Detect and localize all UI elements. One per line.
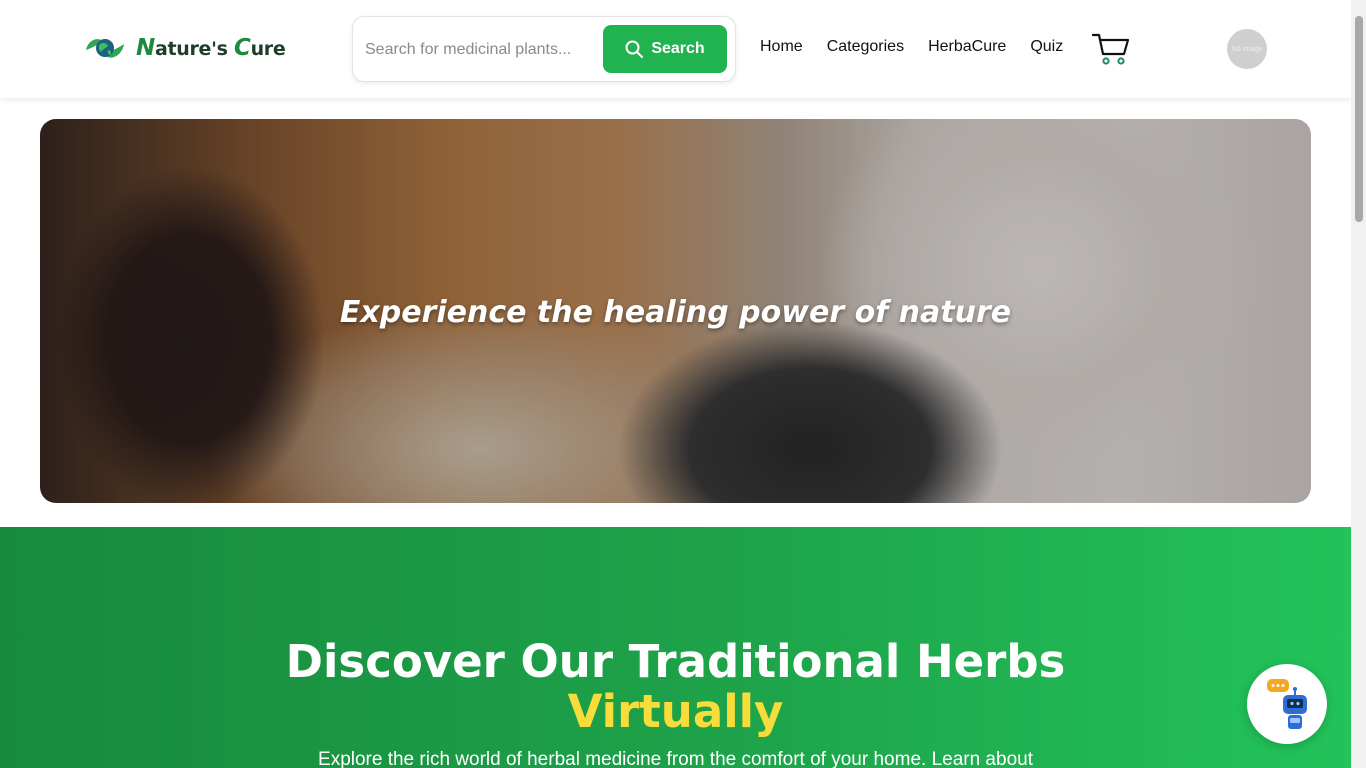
globe-leaf-icon (86, 39, 124, 58)
chatbot-button[interactable] (1247, 664, 1327, 744)
section-heading-text: Discover Our Traditional Herbs (285, 635, 1066, 688)
section-heading-highlight: Virtually (567, 685, 784, 738)
search-input[interactable] (365, 31, 601, 69)
brand-logo[interactable]: Nature's Cure (84, 32, 286, 64)
avatar[interactable]: No Image (1227, 29, 1267, 69)
cart-icon[interactable] (1092, 32, 1130, 66)
nav-quiz[interactable]: Quiz (1030, 38, 1063, 56)
section-heading: Discover Our Traditional Herbs Virtually (0, 637, 1351, 737)
site-header: Nature's Cure Search Home Categories Her… (0, 0, 1351, 98)
nav-herbacure[interactable]: HerbaCure (928, 38, 1006, 56)
search-icon (625, 40, 644, 58)
discover-section: Discover Our Traditional Herbs Virtually… (0, 527, 1351, 768)
search-button-label: Search (651, 40, 705, 57)
hero-banner: Experience the healing power of nature (40, 119, 1311, 503)
nav-categories[interactable]: Categories (827, 38, 904, 56)
chatbot-robot-icon (1267, 679, 1307, 729)
brand-name: Nature's Cure (136, 35, 286, 61)
main-nav: Home Categories HerbaCure Quiz (760, 38, 1063, 56)
avatar-alt-text: No Image (1231, 45, 1263, 53)
page-scrollbar[interactable] (1351, 0, 1366, 768)
section-description: Explore the rich world of herbal medicin… (318, 749, 1033, 768)
scrollbar-thumb[interactable] (1355, 16, 1363, 222)
hero-title: Experience the healing power of nature (339, 295, 1012, 330)
search-button[interactable]: Search (603, 25, 727, 73)
search-bar: Search (352, 16, 736, 82)
nav-home[interactable]: Home (760, 38, 803, 56)
page: Nature's Cure Search Home Categories Her… (0, 0, 1351, 768)
